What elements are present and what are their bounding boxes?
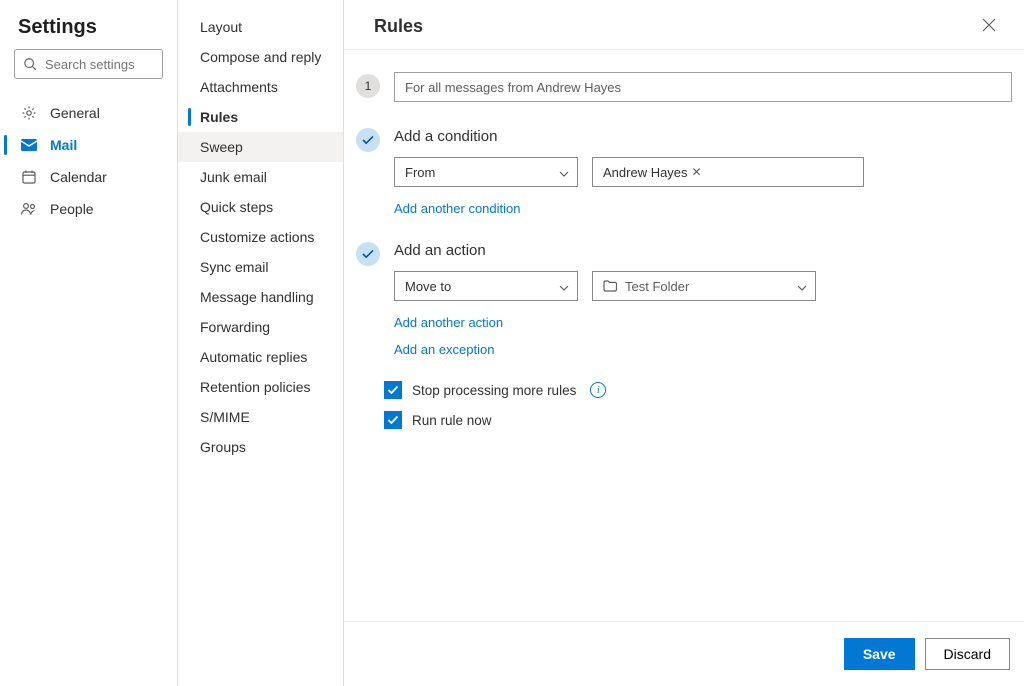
save-button[interactable]: Save (844, 638, 915, 670)
chevron-down-icon (797, 279, 807, 294)
calendar-icon (20, 168, 38, 186)
secondary-nav-item[interactable]: Groups (178, 432, 343, 462)
close-button[interactable] (978, 14, 1000, 39)
step-check-badge (356, 128, 380, 152)
secondary-nav-label: Rules (200, 109, 238, 125)
secondary-nav-item[interactable]: Retention policies (178, 372, 343, 402)
secondary-nav-label: Layout (200, 19, 242, 35)
secondary-nav-label: Sweep (200, 139, 243, 155)
mail-icon (20, 136, 38, 154)
dropdown-value: From (405, 165, 435, 180)
checkmark-icon (387, 385, 399, 395)
secondary-nav-item[interactable]: Sync email (178, 252, 343, 282)
people-icon (20, 200, 38, 218)
secondary-nav-item[interactable]: Attachments (178, 72, 343, 102)
secondary-nav-item[interactable]: Message handling (178, 282, 343, 312)
action-folder-picker[interactable]: Test Folder (592, 271, 816, 301)
secondary-nav-item[interactable]: Compose and reply (178, 42, 343, 72)
chevron-down-icon (559, 279, 569, 294)
secondary-nav-label: Retention policies (200, 379, 311, 395)
run-rule-now-checkbox[interactable] (384, 411, 402, 429)
checkmark-icon (362, 249, 374, 259)
rule-step-action: Add an action Move to Test Folder (356, 240, 1012, 357)
folder-icon (603, 280, 617, 292)
secondary-nav-item[interactable]: Quick steps (178, 192, 343, 222)
checkmark-icon (362, 135, 374, 145)
settings-sidebar-primary: Settings General Mail (0, 0, 178, 686)
panel-title: Rules (374, 16, 423, 37)
step-check-badge (356, 242, 380, 266)
secondary-nav-label: Message handling (200, 289, 314, 305)
nav-people[interactable]: People (0, 193, 177, 225)
rule-step-name: 1 (356, 72, 1012, 102)
rules-editor-panel: Rules 1 Add a condition (344, 0, 1024, 686)
rule-name-input[interactable] (394, 72, 1012, 102)
action-title: Add an action (394, 242, 1012, 259)
nav-label: General (50, 105, 100, 121)
secondary-nav-label: Junk email (200, 169, 267, 185)
secondary-nav-label: Compose and reply (200, 49, 321, 65)
secondary-nav-item[interactable]: Forwarding (178, 312, 343, 342)
chevron-down-icon (559, 165, 569, 180)
secondary-nav-label: Forwarding (200, 319, 270, 335)
settings-title: Settings (0, 10, 177, 49)
secondary-nav-label: Groups (200, 439, 246, 455)
chip-remove-icon[interactable]: ✕ (692, 165, 702, 179)
close-icon (982, 18, 996, 32)
gear-icon (20, 104, 38, 122)
secondary-nav-item[interactable]: Customize actions (178, 222, 343, 252)
discard-button[interactable]: Discard (925, 638, 1010, 670)
checkmark-icon (387, 415, 399, 425)
secondary-nav-item[interactable]: Sweep (178, 132, 343, 162)
folder-name: Test Folder (625, 279, 689, 294)
secondary-nav-label: S/MIME (200, 409, 250, 425)
search-settings-input[interactable] (43, 56, 154, 73)
settings-sidebar-secondary: Layout Compose and reply Attachments Rules S… (178, 0, 344, 686)
nav-calendar[interactable]: Calendar (0, 161, 177, 193)
secondary-nav-label: Quick steps (200, 199, 273, 215)
person-chip: Andrew Hayes ✕ (603, 165, 702, 180)
secondary-nav-label: Attachments (200, 79, 278, 95)
nav-label: Mail (50, 137, 77, 153)
stop-processing-checkbox[interactable] (384, 381, 402, 399)
secondary-nav-label: Automatic replies (200, 349, 307, 365)
add-exception-link[interactable]: Add an exception (394, 342, 1012, 357)
step-number-badge: 1 (356, 74, 380, 98)
secondary-nav-label: Sync email (200, 259, 268, 275)
rule-step-condition: Add a condition From Andrew Hayes ✕ (356, 126, 1012, 216)
add-condition-link[interactable]: Add another condition (394, 201, 520, 216)
checkbox-label: Stop processing more rules (412, 383, 576, 398)
checkbox-label: Run rule now (412, 413, 492, 428)
add-action-link[interactable]: Add another action (394, 315, 503, 330)
secondary-nav-item[interactable]: Automatic replies (178, 342, 343, 372)
secondary-nav-item[interactable]: S/MIME (178, 402, 343, 432)
secondary-nav-item[interactable]: Layout (178, 12, 343, 42)
run-rule-now-checkbox-row: Run rule now (384, 411, 1012, 429)
secondary-nav-label: Customize actions (200, 229, 314, 245)
condition-field-dropdown[interactable]: From (394, 157, 578, 187)
nav-label: Calendar (50, 169, 107, 185)
dropdown-value: Move to (405, 279, 451, 294)
chip-label: Andrew Hayes (603, 165, 688, 180)
search-icon (23, 57, 37, 71)
secondary-nav-item[interactable]: Junk email (178, 162, 343, 192)
action-field-dropdown[interactable]: Move to (394, 271, 578, 301)
nav-label: People (50, 201, 94, 217)
nav-mail[interactable]: Mail (0, 129, 177, 161)
nav-general[interactable]: General (0, 97, 177, 129)
search-settings[interactable] (14, 49, 163, 79)
secondary-nav-item[interactable]: Rules (178, 102, 343, 132)
stop-processing-checkbox-row: Stop processing more rules i (384, 381, 1012, 399)
condition-value-field[interactable]: Andrew Hayes ✕ (592, 157, 864, 187)
info-icon[interactable]: i (590, 382, 606, 398)
condition-title: Add a condition (394, 128, 1012, 145)
